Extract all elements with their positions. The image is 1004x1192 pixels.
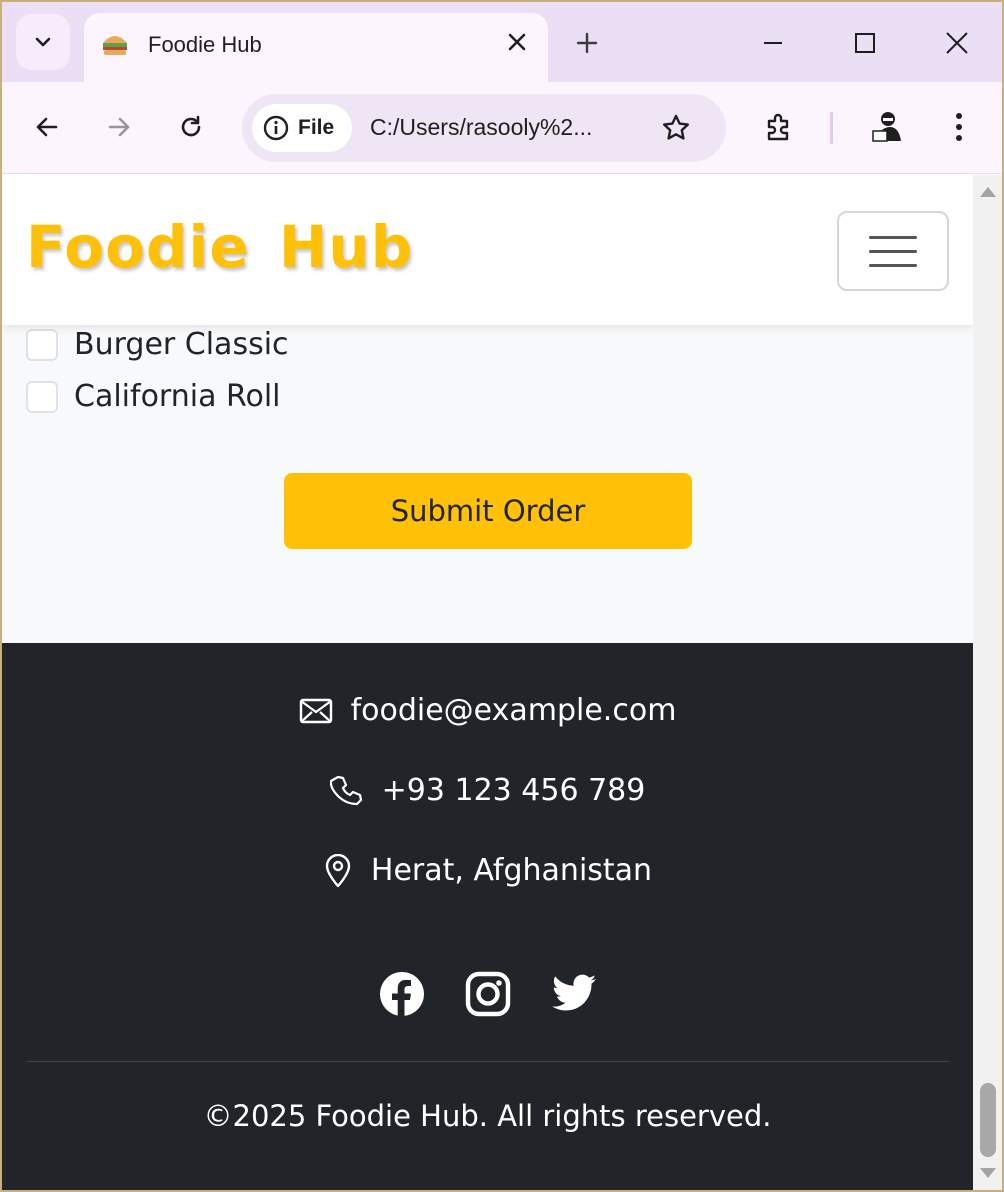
footer-email-text[interactable]: foodie@example.com <box>351 693 677 728</box>
browser-window: Foodie Hub File C:/Users/rasooly%2... Fo… <box>2 2 1002 1190</box>
order-item-label: Burger Classic <box>74 327 289 362</box>
footer-phone: +93 123 456 789 <box>2 773 973 808</box>
back-button[interactable] <box>26 106 68 148</box>
footer-phone-text[interactable]: +93 123 456 789 <box>382 773 646 808</box>
order-item-checkbox[interactable] <box>26 380 58 413</box>
site-chip-label: File <box>298 116 335 139</box>
twitter-icon <box>551 974 596 1011</box>
order-item[interactable]: California Roll <box>26 379 281 414</box>
close-icon <box>946 32 968 54</box>
site-info-chip[interactable]: File <box>252 104 352 152</box>
tab-search-button[interactable] <box>16 14 70 70</box>
arrow-right-icon <box>108 117 130 137</box>
submit-order-button[interactable]: Submit Order <box>284 473 692 549</box>
hamburger-icon <box>869 235 917 239</box>
chevron-down-icon <box>35 37 51 47</box>
info-icon <box>263 115 289 141</box>
burger-favicon-icon <box>103 36 127 55</box>
close-icon <box>508 33 526 51</box>
minimize-button[interactable] <box>750 20 796 66</box>
envelope-icon <box>299 698 332 723</box>
footer-email: foodie@example.com <box>2 693 973 728</box>
more-vert-icon <box>956 113 962 141</box>
tab-strip: Foodie Hub <box>2 2 1002 82</box>
footer-location-text: Herat, Afghanistan <box>370 853 653 888</box>
browser-toolbar: File C:/Users/rasooly%2... <box>2 82 1002 174</box>
facebook-icon <box>379 972 424 1017</box>
extensions-button[interactable] <box>758 106 800 148</box>
puzzle-icon <box>767 113 789 141</box>
plus-icon <box>576 32 598 54</box>
reload-icon <box>181 115 201 137</box>
new-tab-button[interactable] <box>570 26 604 60</box>
navbar-toggler-button[interactable] <box>837 211 949 291</box>
tab-title: Foodie Hub <box>148 32 262 57</box>
footer-location: Herat, Afghanistan <box>2 853 973 888</box>
tab-foodie-hub[interactable]: Foodie Hub <box>84 13 548 82</box>
window-close-button[interactable] <box>934 20 980 66</box>
maximize-button[interactable] <box>842 20 888 66</box>
facebook-link[interactable] <box>379 971 425 1017</box>
page-scrollbar[interactable] <box>973 175 1002 1190</box>
instagram-link[interactable] <box>465 971 511 1017</box>
brand-logo[interactable]: Foodie Hub <box>26 213 413 281</box>
reload-button[interactable] <box>170 106 212 148</box>
tab-close-button[interactable] <box>502 27 532 57</box>
site-navbar: Foodie Hub <box>2 175 973 325</box>
star-icon <box>663 114 689 140</box>
footer-divider <box>27 1061 949 1062</box>
forward-button[interactable] <box>98 106 140 148</box>
map-pin-icon <box>325 853 351 887</box>
page-viewport: Foodie Hub Burger Classic California Rol… <box>2 175 973 1190</box>
order-item[interactable]: Burger Classic <box>26 327 289 362</box>
profile-button[interactable] <box>866 106 908 148</box>
toolbar-divider <box>830 112 833 144</box>
phone-icon <box>329 775 362 805</box>
order-item-label: California Roll <box>74 379 281 414</box>
arrow-left-icon <box>36 117 58 137</box>
bookmark-button[interactable] <box>658 110 694 146</box>
url-text[interactable]: C:/Users/rasooly%2... <box>370 114 592 141</box>
scroll-up-arrow-icon[interactable] <box>980 187 996 197</box>
copyright-text: ©2025 Foodie Hub. All rights reserved. <box>203 1099 772 1133</box>
avatar <box>872 112 901 142</box>
browser-menu-button[interactable] <box>938 106 980 148</box>
maximize-icon <box>855 33 875 53</box>
minimize-icon <box>764 42 782 44</box>
scroll-thumb[interactable] <box>980 1083 996 1157</box>
order-item-checkbox[interactable] <box>26 328 58 361</box>
scroll-down-arrow-icon[interactable] <box>980 1168 996 1178</box>
twitter-link[interactable] <box>551 971 597 1017</box>
address-bar[interactable]: File C:/Users/rasooly%2... <box>242 94 726 162</box>
site-footer: foodie@example.com +93 123 456 789 Herat… <box>2 643 973 1190</box>
social-links <box>2 971 973 1017</box>
instagram-icon <box>465 971 510 1017</box>
